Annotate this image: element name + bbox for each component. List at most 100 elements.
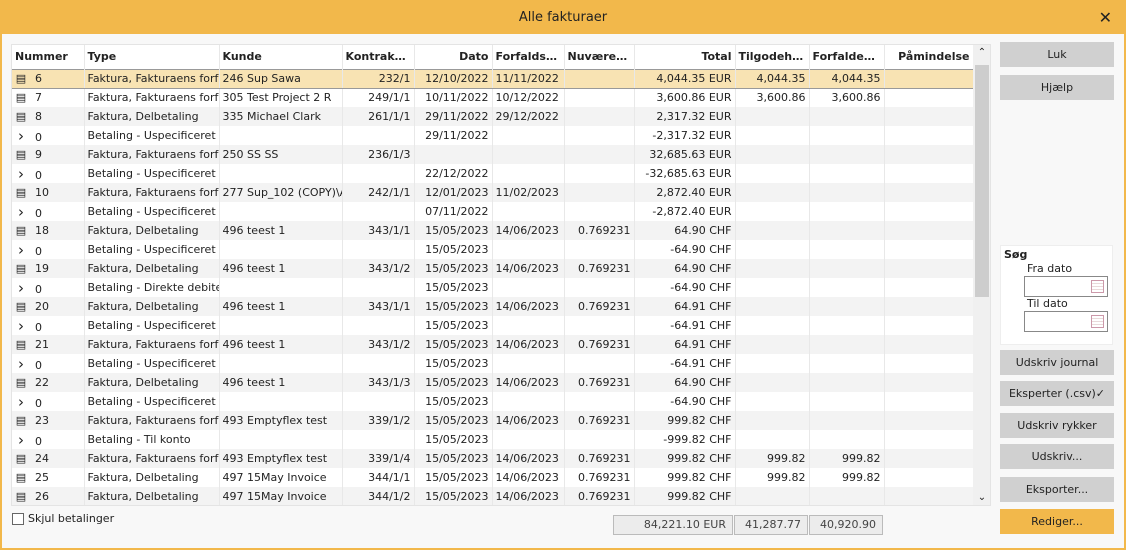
table-row[interactable]: ▤9Faktura, Fakturaens forfald250 SS SS23… — [12, 145, 974, 164]
column-header[interactable]: Type — [84, 45, 220, 69]
export-csv-button[interactable]: Eksperter (.csv)✓ — [1000, 381, 1114, 406]
cell-dato: 10/11/2022 — [414, 88, 493, 107]
cell-dato: 15/05/2023 — [414, 316, 493, 335]
close-icon[interactable]: ✕ — [1099, 2, 1112, 34]
cell-paamind — [884, 411, 974, 430]
cell-nuv: 0.769231 — [564, 373, 635, 392]
cell-num: ▤ 23 — [12, 411, 85, 430]
cell-dato: 15/05/2023 — [414, 411, 493, 430]
cell-paamind — [884, 449, 974, 468]
table-row[interactable]: › 0 Betaling - Uspecificeret 07/11/2022 -2,8… — [12, 202, 974, 221]
cell-total: 2,872.40 EUR — [634, 183, 736, 202]
cell-nuv: 0.769231 — [564, 297, 635, 316]
cell-forfald: 29/12/2022 — [492, 107, 565, 126]
table-row[interactable]: › 0 Betaling - Uspecificeret 22/12/2022 -32,… — [12, 164, 974, 183]
print-journal-button[interactable]: Udskriv journal — [1000, 350, 1114, 375]
cell-tilgode — [735, 240, 810, 259]
table-row[interactable]: ▤7Faktura, Fakturaens forfald305 Test Pr… — [12, 88, 974, 107]
row-number: 26 — [35, 490, 49, 503]
cell-nuv — [564, 278, 635, 297]
table-row[interactable]: ▤ 21 Faktura, Fakturaens forfald496 teest … — [12, 335, 974, 354]
cell-tilgode — [735, 126, 810, 145]
cell-forfaldent — [809, 430, 885, 449]
row-number: 0 — [35, 434, 42, 448]
table-row[interactable]: ▤ 20 Faktura, Delbetaling 496 teest 1 343/1/… — [12, 297, 974, 316]
cell-num: ▤ 9 — [12, 145, 85, 164]
cell-num: ▤ 22 — [12, 373, 85, 392]
column-header[interactable]: Nuværend... — [564, 45, 635, 69]
column-header[interactable]: Kunde — [219, 45, 343, 69]
column-header[interactable]: Forfaldent... — [809, 45, 885, 69]
print-button[interactable]: Udskriv... — [1000, 444, 1114, 469]
column-header[interactable]: Dato — [414, 45, 493, 69]
column-header[interactable]: Forfaldsdato — [492, 45, 565, 69]
table-row[interactable]: ›0Betaling - Direkte debitering15/05/202… — [12, 278, 974, 297]
cell-forfald — [492, 202, 565, 221]
edit-button[interactable]: Rediger... — [1000, 509, 1114, 534]
cell-num: › 0 — [12, 354, 85, 373]
cell-kunde: 305 Test Project 2 R — [219, 88, 343, 107]
cell-tilgode — [735, 392, 810, 411]
column-header[interactable]: Total — [634, 45, 736, 69]
cell-kontrakt — [342, 278, 415, 297]
table-row[interactable]: › 0 Betaling - Uspecificeret 15/05/2023 -64.… — [12, 354, 974, 373]
row-number: 24 — [35, 452, 49, 465]
cell-tilgode — [735, 202, 810, 221]
cell-tilgode — [735, 259, 810, 278]
scrollbar-thumb[interactable] — [975, 65, 989, 297]
to-date-input[interactable] — [1024, 311, 1108, 332]
table-row[interactable]: ▤ 23 Faktura, Fakturaens forfald493 Emptyf… — [12, 411, 974, 430]
cell-nuv: 0.769231 — [564, 221, 635, 240]
close-button[interactable]: Luk — [1000, 42, 1114, 67]
chevron-right-icon: › — [18, 316, 24, 335]
calendar-icon[interactable] — [1091, 315, 1104, 328]
cell-tilgode — [735, 411, 810, 430]
from-date-input[interactable] — [1024, 276, 1108, 297]
cell-dato: 15/05/2023 — [414, 240, 493, 259]
cell-total: 64.90 CHF — [634, 259, 736, 278]
table-row[interactable]: ▤ 10 Faktura, Fakturaens forfald277 Sup_10… — [12, 183, 974, 202]
checkbox-box[interactable] — [12, 512, 24, 525]
cell-paamind — [884, 221, 974, 240]
table-row[interactable]: › 0 Betaling - Uspecificeret 15/05/2023 -64.… — [12, 316, 974, 335]
cell-forfald: 14/06/2023 — [492, 259, 565, 278]
row-number: 0 — [35, 206, 42, 220]
table-row[interactable]: ▤ 26 Faktura, Delbetaling 497 15May Invoice… — [12, 487, 974, 505]
row-number: 0 — [35, 130, 42, 144]
column-header[interactable]: Kontrakt nr. — [342, 45, 415, 69]
calendar-icon[interactable] — [1091, 280, 1104, 293]
table-row[interactable]: ▤ 18 Faktura, Delbetaling 496 teest 1 343/1/… — [12, 221, 974, 240]
cell-forfald: 10/12/2022 — [492, 88, 565, 107]
column-header[interactable]: Nummer — [12, 45, 85, 69]
cell-type: Faktura, Fakturaens forfald — [84, 411, 220, 430]
scroll-up-icon[interactable]: ⌃ — [973, 47, 990, 58]
table-row[interactable]: ▤ 22 Faktura, Delbetaling 496 teest 1 343/1/… — [12, 373, 974, 392]
table-row[interactable]: ▤ 19 Faktura, Delbetaling 496 teest 1 343/1/… — [12, 259, 974, 278]
table-row[interactable]: › 0 Betaling - Til konto 15/05/2023 -999.82 … — [12, 430, 974, 449]
cell-total: -2,872.40 EUR — [634, 202, 736, 221]
invoice-icon: ▤ — [15, 490, 27, 503]
print-reminder-button[interactable]: Udskriv rykker — [1000, 413, 1114, 438]
cell-forfald: 14/06/2023 — [492, 221, 565, 240]
cell-type: Faktura, Fakturaens forfald — [84, 88, 220, 107]
export-button[interactable]: Eksporter... — [1000, 477, 1114, 502]
table-row[interactable]: ▤6Faktura, Fakturaens forfald246 Sup Saw… — [12, 68, 974, 89]
table-row[interactable]: ▤ 24 Faktura, Fakturaens forfald493 Emptyf… — [12, 449, 974, 468]
invoice-icon: ▤ — [15, 414, 27, 427]
column-header[interactable]: Tilgodehav... — [735, 45, 810, 69]
invoice-icon: ▤ — [15, 300, 27, 313]
cell-total: 64.90 CHF — [634, 373, 736, 392]
cell-nuv — [564, 107, 635, 126]
hide-payments-checkbox[interactable]: Skjul betalinger — [12, 512, 114, 525]
help-button[interactable]: Hjælp — [1000, 75, 1114, 100]
table-row[interactable]: ▤ 25 Faktura, Delbetaling 497 15May Invoice… — [12, 468, 974, 487]
table-row[interactable]: ▤ 8 Faktura, Delbetaling 335 Michael Clark 2… — [12, 107, 974, 126]
cell-total: -32,685.63 EUR — [634, 164, 736, 183]
scroll-down-icon[interactable]: ⌄ — [973, 492, 990, 503]
vertical-scrollbar[interactable]: ⌃ ⌄ — [973, 45, 990, 505]
column-header[interactable]: Påmindelse — [884, 45, 974, 69]
cell-tilgode — [735, 183, 810, 202]
table-row[interactable]: › 0 Betaling - Uspecificeret 29/11/2022 -2,3… — [12, 126, 974, 145]
table-row[interactable]: › 0 Betaling - Uspecificeret 15/05/2023 -64.… — [12, 240, 974, 259]
table-row[interactable]: › 0 Betaling - Uspecificeret 15/05/2023 -64.… — [12, 392, 974, 411]
